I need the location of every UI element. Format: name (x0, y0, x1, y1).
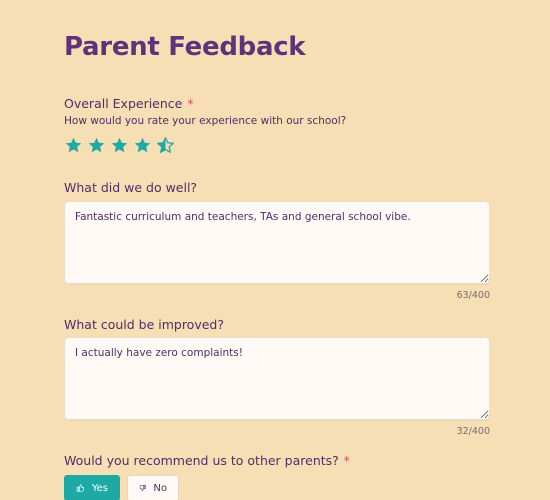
did-well-char-counter: 63/400 (456, 290, 490, 301)
improve-textarea[interactable] (64, 337, 490, 420)
improve-field-wrap: 32/400 (64, 337, 490, 437)
recommend-label: Would you recommend us to other parents?… (64, 453, 350, 468)
did-well-textarea[interactable] (64, 201, 490, 284)
improve-char-counter: 32/400 (456, 426, 490, 437)
overall-experience-label: Overall Experience * (64, 96, 193, 111)
no-button[interactable]: No (127, 475, 179, 500)
recommend-toggle: Yes No (64, 475, 179, 500)
star-icon-1[interactable] (64, 136, 83, 155)
star-icon-3[interactable] (110, 136, 129, 155)
improve-label: What could be improved? (64, 317, 224, 332)
star-icon-2[interactable] (87, 136, 106, 155)
feedback-form: Parent Feedback Overall Experience * How … (0, 0, 550, 500)
required-marker: * (187, 97, 194, 111)
page-title: Parent Feedback (64, 32, 306, 62)
yes-button[interactable]: Yes (64, 475, 120, 500)
did-well-label: What did we do well? (64, 180, 198, 195)
thumbs-down-icon (139, 484, 146, 491)
overall-experience-label-text: Overall Experience (64, 96, 183, 111)
recommend-label-text: Would you recommend us to other parents? (64, 453, 339, 468)
star-half-icon[interactable] (156, 136, 175, 155)
thumbs-up-icon (76, 484, 85, 492)
star-icon-4[interactable] (133, 136, 152, 155)
yes-button-label: Yes (91, 482, 108, 494)
required-marker: * (343, 454, 350, 468)
no-button-label: No (153, 482, 167, 494)
did-well-field-wrap: 63/400 (64, 201, 490, 301)
overall-experience-question: How would you rate your experience with … (64, 115, 347, 127)
star-rating[interactable] (64, 136, 175, 155)
